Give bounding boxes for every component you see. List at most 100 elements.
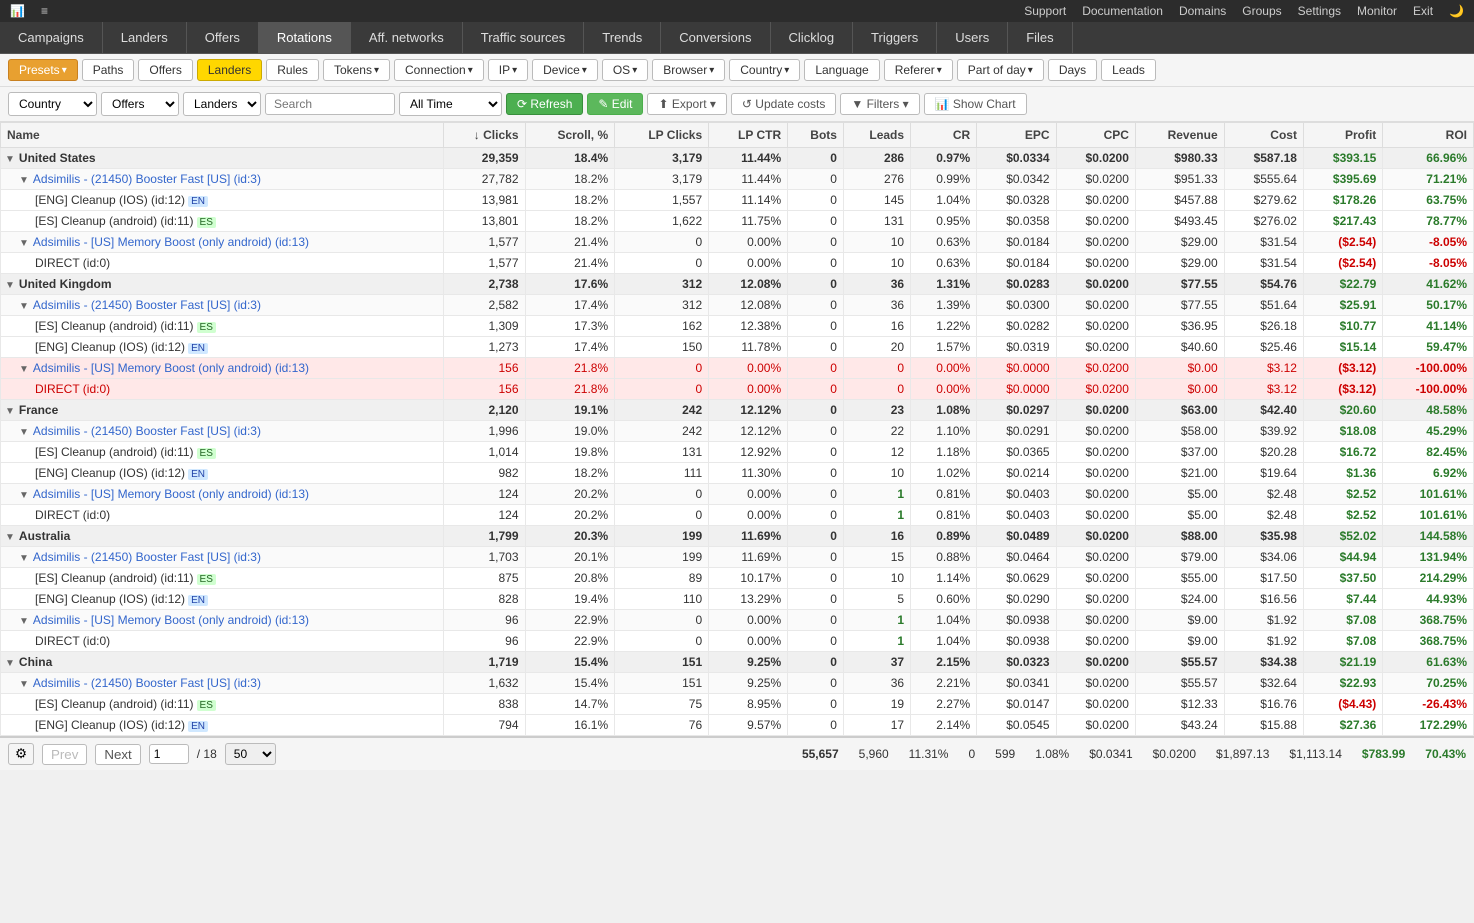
collapse-btn[interactable]: ▼ (5, 658, 15, 669)
epc-cell: $0.0489 (977, 526, 1056, 547)
collapse-btn[interactable]: ▼ (5, 406, 15, 417)
settings-link[interactable]: Settings (1298, 4, 1341, 18)
documentation-link[interactable]: Documentation (1082, 4, 1163, 18)
col-bots[interactable]: Bots (788, 123, 844, 148)
language-btn[interactable]: Language (804, 59, 879, 81)
row-name[interactable]: Adsimilis - (21450) Booster Fast [US] (i… (33, 298, 261, 312)
cr-cell: 0.89% (911, 526, 977, 547)
col-lp-clicks[interactable]: LP Clicks (615, 123, 709, 148)
groups-link[interactable]: Groups (1242, 4, 1281, 18)
nav-aff-networks[interactable]: Aff. networks (351, 22, 463, 53)
nav-users[interactable]: Users (937, 22, 1008, 53)
browser-btn[interactable]: Browser (652, 59, 725, 81)
col-scroll[interactable]: Scroll, % (525, 123, 615, 148)
exit-link[interactable]: Exit (1413, 4, 1433, 18)
os-btn[interactable]: OS (602, 59, 648, 81)
collapse-btn[interactable]: ▼ (19, 175, 29, 186)
days-btn[interactable]: Days (1048, 59, 1097, 81)
part-of-day-btn[interactable]: Part of day (957, 59, 1044, 81)
collapse-btn[interactable]: ▼ (19, 364, 29, 375)
group-by-select[interactable]: Country Campaign Offer Lander Path OS De… (8, 92, 97, 116)
support-link[interactable]: Support (1024, 4, 1066, 18)
time-range-select[interactable]: All Time Today Yesterday Last 7 days Las… (399, 92, 502, 116)
col-leads[interactable]: Leads (843, 123, 910, 148)
collapse-btn[interactable]: ▼ (5, 280, 15, 291)
referer-btn[interactable]: Referer (884, 59, 953, 81)
col-cr[interactable]: CR (911, 123, 977, 148)
collapse-btn[interactable]: ▼ (5, 532, 15, 543)
collapse-btn[interactable]: ▼ (19, 238, 29, 249)
tokens-btn[interactable]: Tokens (323, 59, 390, 81)
paths-btn[interactable]: Paths (82, 59, 135, 81)
presets-btn[interactable]: Presets (8, 59, 78, 81)
country-btn[interactable]: Country (729, 59, 800, 81)
col-roi[interactable]: ROI (1383, 123, 1474, 148)
show-chart-button[interactable]: 📊 Show Chart (924, 93, 1027, 115)
collapse-btn[interactable]: ▼ (19, 490, 29, 501)
collapse-btn[interactable]: ▼ (19, 553, 29, 564)
rules-btn[interactable]: Rules (266, 59, 319, 81)
col-cpc[interactable]: CPC (1056, 123, 1135, 148)
col-name[interactable]: Name (1, 123, 444, 148)
row-name[interactable]: Adsimilis - (21450) Booster Fast [US] (i… (33, 550, 261, 564)
connection-btn[interactable]: Connection (394, 59, 484, 81)
third-group-select[interactable]: Landers Offers None (183, 92, 261, 116)
row-name[interactable]: Adsimilis - (21450) Booster Fast [US] (i… (33, 676, 261, 690)
per-page-select[interactable]: 25 50 100 200 (225, 743, 276, 765)
nav-files[interactable]: Files (1008, 22, 1072, 53)
menu-icon[interactable]: ≡ (41, 4, 48, 18)
nav-offers[interactable]: Offers (187, 22, 259, 53)
nav-trends[interactable]: Trends (584, 22, 661, 53)
cr-cell: 1.04% (911, 610, 977, 631)
domains-link[interactable]: Domains (1179, 4, 1226, 18)
titlebar: 📊 ≡ Support Documentation Domains Groups… (0, 0, 1474, 22)
nav-rotations[interactable]: Rotations (259, 22, 351, 53)
name-cell: [ENG] Cleanup (IOS) (id:12)EN (1, 715, 444, 736)
filters-button[interactable]: ▼ Filters ▾ (840, 93, 919, 115)
collapse-btn[interactable]: ▼ (19, 616, 29, 627)
nav-landers[interactable]: Landers (103, 22, 187, 53)
col-profit[interactable]: Profit (1303, 123, 1382, 148)
row-name[interactable]: Adsimilis - [US] Memory Boost (only andr… (33, 487, 309, 501)
ip-btn[interactable]: IP (488, 59, 528, 81)
cr-cell: 0.88% (911, 547, 977, 568)
dark-mode-icon[interactable]: 🌙 (1449, 4, 1464, 18)
nav-campaigns[interactable]: Campaigns (0, 22, 103, 53)
collapse-btn[interactable]: ▼ (5, 154, 15, 165)
export-button[interactable]: ⬆ Export ▾ (647, 93, 726, 115)
row-name[interactable]: Adsimilis - [US] Memory Boost (only andr… (33, 235, 309, 249)
secondary-group-select[interactable]: Offers Landers Paths (101, 92, 179, 116)
col-cost[interactable]: Cost (1224, 123, 1303, 148)
settings-gear-button[interactable]: ⚙ (8, 743, 34, 765)
offers-btn[interactable]: Offers (138, 59, 192, 81)
search-input[interactable] (265, 93, 395, 115)
row-name[interactable]: Adsimilis - (21450) Booster Fast [US] (i… (33, 424, 261, 438)
nav-triggers[interactable]: Triggers (853, 22, 937, 53)
landers-btn[interactable]: Landers (197, 59, 262, 81)
collapse-btn[interactable]: ▼ (19, 679, 29, 690)
leads-btn[interactable]: Leads (1101, 59, 1156, 81)
row-name[interactable]: Adsimilis - [US] Memory Boost (only andr… (33, 361, 309, 375)
nav-traffic-sources[interactable]: Traffic sources (463, 22, 585, 53)
col-revenue[interactable]: Revenue (1135, 123, 1224, 148)
row-name[interactable]: Adsimilis - [US] Memory Boost (only andr… (33, 613, 309, 627)
update-costs-button[interactable]: ↺ Update costs (731, 93, 836, 115)
epc-cell: $0.0403 (977, 505, 1056, 526)
nav-clicklog[interactable]: Clicklog (771, 22, 854, 53)
edit-button[interactable]: ✎ Edit (587, 93, 643, 115)
page-number-input[interactable] (149, 744, 189, 764)
refresh-button[interactable]: ⟳ Refresh (506, 93, 583, 115)
col-epc[interactable]: EPC (977, 123, 1056, 148)
row-name[interactable]: Adsimilis - (21450) Booster Fast [US] (i… (33, 172, 261, 186)
col-clicks[interactable]: ↓ Clicks (444, 123, 525, 148)
collapse-btn[interactable]: ▼ (19, 427, 29, 438)
col-lp-ctr[interactable]: LP CTR (709, 123, 788, 148)
leads-cell: 20 (843, 337, 910, 358)
collapse-btn[interactable]: ▼ (19, 301, 29, 312)
nav-conversions[interactable]: Conversions (661, 22, 770, 53)
roi-cell: 6.92% (1383, 463, 1474, 484)
monitor-link[interactable]: Monitor (1357, 4, 1397, 18)
prev-page-button[interactable]: Prev (42, 744, 87, 765)
device-btn[interactable]: Device (532, 59, 598, 81)
next-page-button[interactable]: Next (95, 744, 140, 765)
